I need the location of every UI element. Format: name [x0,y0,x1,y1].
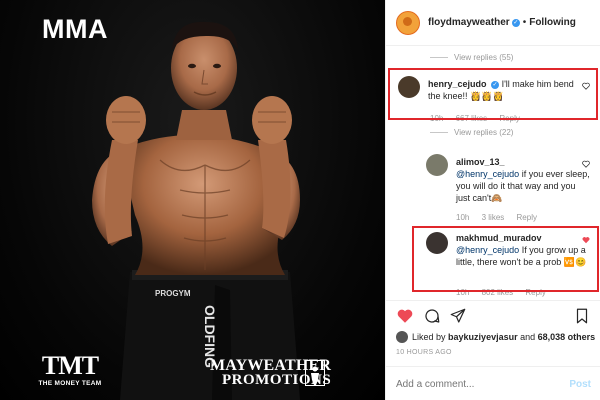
comment-username[interactable]: alimov_13_ [456,157,505,167]
following-button[interactable]: Following [529,17,576,28]
comment-body: alimov_13_ @henry_cejudo if you ever sle… [456,156,591,204]
view-replies-label: View replies (22) [454,128,514,137]
likes-count[interactable]: 68,038 others [538,332,596,342]
liked-by-user[interactable]: baykuziyevjasur [448,332,518,342]
comment-time: 10h [456,213,470,222]
post-timestamp[interactable]: 10 HOURS AGO [396,349,452,356]
add-comment-input[interactable] [396,378,546,390]
author-username[interactable]: floydmayweather [428,17,510,28]
tmt-logo: TMT THE MONEY TEAM [38,351,102,388]
avatar[interactable] [426,154,448,176]
view-replies-label: View replies (55) [454,53,514,62]
author-avatar[interactable] [396,10,420,35]
verified-icon: ✓ [511,18,520,27]
liked-by-row: Liked by baykuziyevjasur and 68,038 othe… [396,331,595,343]
tmt-logo-subtitle: THE MONEY TEAM [38,380,102,387]
post-actions: Liked by baykuziyevjasur and 68,038 othe… [386,300,600,400]
highlight-box [412,226,599,292]
comment-icon[interactable] [423,307,441,325]
reply-button[interactable]: Reply [517,213,537,222]
post-photo[interactable]: PROGYM OLDFING MMA TMT THE MONEY TEAM MA… [0,0,385,400]
liked-by-prefix: Liked by [412,332,446,342]
comment-like-heart-icon[interactable] [582,160,590,168]
fighter-photo: PROGYM OLDFING [92,21,300,400]
mma-corner-label: MMA [42,14,108,44]
svg-text:PROGYM: PROGYM [155,289,191,298]
post-button[interactable]: Post [569,379,591,390]
liked-by-suffix: and [520,332,536,342]
comment-mention[interactable]: @henry_cejudo [456,169,519,179]
comment-thread[interactable]: View replies (55) henry_cejudo ✓ I'll ma… [386,46,600,300]
bookmark-icon[interactable] [574,307,590,325]
view-replies-link[interactable]: View replies (55) [430,53,513,62]
comment-meta: 10h 3 likes Reply [456,213,547,222]
share-icon[interactable] [449,307,467,325]
comments-panel: floydmayweather ✓ • Following View repli… [385,0,600,400]
tmt-logo-mark: TMT [41,351,99,380]
heart-icon[interactable] [396,307,414,325]
view-replies-link[interactable]: View replies (22) [430,128,513,137]
comment-alimov: alimov_13_ @henry_cejudo if you ever sle… [426,154,596,214]
boxer-badge-icon [305,360,325,386]
highlight-box [388,68,598,120]
header-separator: • [522,17,527,28]
comment-likes[interactable]: 3 likes [482,213,505,222]
add-comment-bar: Post [386,366,600,400]
liker-avatar[interactable] [396,331,408,343]
post-header: floydmayweather ✓ • Following [386,0,600,46]
